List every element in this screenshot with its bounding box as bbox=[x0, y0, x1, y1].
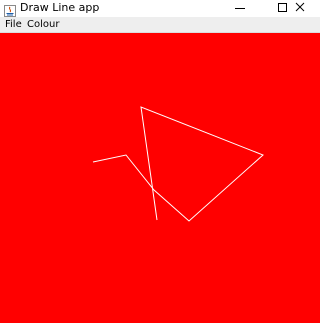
java-app-icon bbox=[4, 2, 16, 17]
title-bar[interactable]: Draw Line app bbox=[0, 0, 320, 17]
menu-file[interactable]: File bbox=[3, 18, 24, 31]
menu-bar: File Colour bbox=[0, 17, 320, 33]
app-window: Draw Line app File Colour bbox=[0, 0, 320, 323]
window-title: Draw Line app bbox=[20, 1, 100, 14]
close-icon bbox=[295, 2, 305, 12]
close-button[interactable] bbox=[280, 0, 320, 17]
canvas-background bbox=[0, 33, 320, 323]
menu-colour[interactable]: Colour bbox=[25, 18, 61, 31]
minimize-button[interactable] bbox=[220, 0, 260, 17]
drawing-canvas[interactable] bbox=[0, 33, 320, 323]
minimize-icon bbox=[235, 8, 245, 9]
